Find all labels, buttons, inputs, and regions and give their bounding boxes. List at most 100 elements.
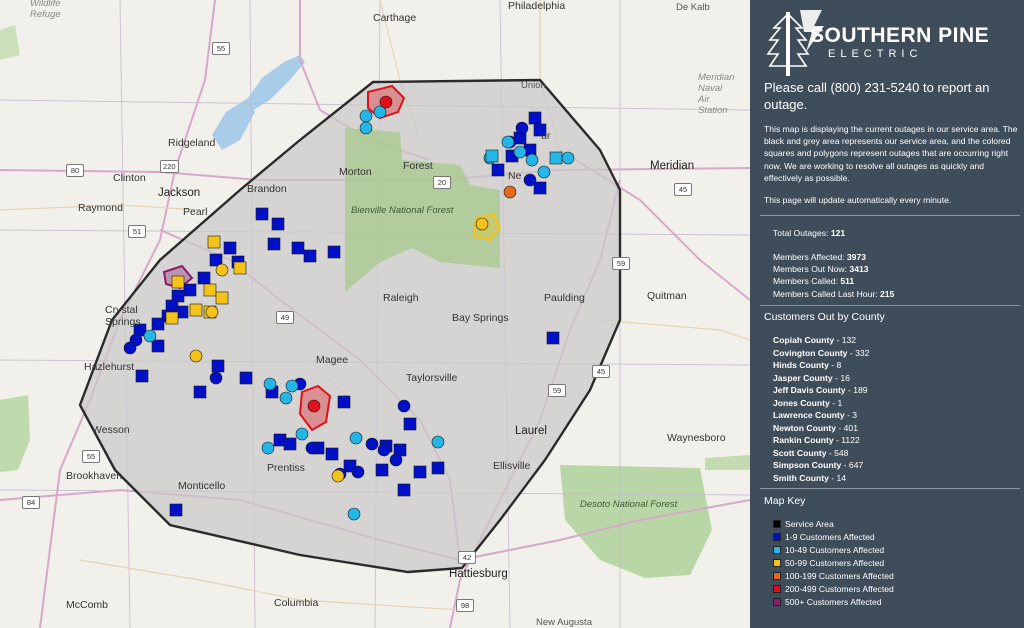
outage-marker-circle[interactable] [123,341,137,355]
outage-marker-circle[interactable] [261,441,275,455]
label-new-augusta: New Augusta [536,617,592,628]
outage-map[interactable]: Wildlife Refuge Carthage Philadelphia De… [0,0,750,628]
outage-marker-square[interactable] [189,303,203,317]
info-panel: SOUTHERN PINE ELECTRIC Please call (800)… [750,0,1024,628]
outage-marker-circle[interactable] [307,399,321,413]
outage-marker-square[interactable] [291,241,305,255]
outage-marker-square[interactable] [267,237,281,251]
map-key-item: Service Area [773,519,834,529]
highway-shield: 59 [612,257,630,270]
outage-marker-square[interactable] [135,369,149,383]
outage-marker-square[interactable] [413,465,427,479]
county-name: Jones County [773,397,830,408]
county-row: Scott County - 548 [773,448,848,458]
outage-marker-square[interactable] [337,395,351,409]
label-forest: Forest [403,160,433,172]
outage-marker-square[interactable] [528,111,542,125]
key-swatch [773,559,781,567]
map-key-item: 200-499 Customers Affected [773,584,894,594]
outage-marker-square[interactable] [233,261,247,275]
outage-marker-circle[interactable] [209,371,223,385]
label-ellisville: Ellisville [493,460,531,472]
outage-marker-square[interactable] [239,371,253,385]
outage-marker-circle[interactable] [431,435,445,449]
outage-marker-square[interactable] [546,331,560,345]
outage-marker-circle[interactable] [389,453,403,467]
outage-marker-circle[interactable] [143,329,157,343]
outage-marker-circle[interactable] [359,109,373,123]
label-raleigh: Raleigh [383,292,419,304]
outage-marker-circle[interactable] [263,377,277,391]
outage-marker-circle[interactable] [189,349,203,363]
outage-marker-circle[interactable] [523,173,537,187]
outage-marker-circle[interactable] [347,507,361,521]
outage-marker-square[interactable] [485,149,499,163]
outage-marker-square[interactable] [549,151,563,165]
outage-marker-square[interactable] [431,461,445,475]
outage-marker-square[interactable] [151,339,165,353]
outage-marker-square[interactable] [491,163,505,177]
outage-marker-circle[interactable] [515,121,529,135]
outage-marker-square[interactable] [255,207,269,221]
outage-marker-square[interactable] [193,385,207,399]
outage-marker-square[interactable] [183,283,197,297]
outage-marker-square[interactable] [215,291,229,305]
outage-marker-square[interactable] [303,249,317,263]
outage-marker-square[interactable] [203,283,217,297]
label-taylorsville: Taylorsville [406,372,458,384]
outage-marker-square[interactable] [223,241,237,255]
outage-marker-square[interactable] [169,503,183,517]
outage-marker-circle[interactable] [561,151,575,165]
outage-marker-circle[interactable] [537,165,551,179]
outage-marker-circle[interactable] [295,427,309,441]
county-value: - 1122 [836,435,860,445]
map-key-item: 100-199 Customers Affected [773,571,894,581]
county-name: Simpson County [773,460,842,470]
outage-marker-circle[interactable] [365,437,379,451]
outage-marker-circle[interactable] [305,441,319,455]
outage-marker-circle[interactable] [397,399,411,413]
outage-marker-square[interactable] [211,359,225,373]
key-label: 10-49 Customers Affected [785,545,885,555]
county-row: Jeff Davis County - 189 [773,385,868,395]
county-name: Covington County [773,347,848,358]
outage-marker-circle[interactable] [359,121,373,135]
outage-marker-circle[interactable] [379,95,393,109]
outage-marker-square[interactable] [165,311,179,325]
outage-marker-square[interactable] [283,437,297,451]
outage-marker-circle[interactable] [205,305,219,319]
outage-marker-square[interactable] [403,417,417,431]
outage-marker-square[interactable] [271,217,285,231]
label-columbia: Columbia [274,597,319,609]
outage-marker-circle[interactable] [349,431,363,445]
county-row: Lawrence County - 3 [773,410,857,420]
outage-marker-square[interactable] [171,275,185,289]
outage-marker-square[interactable] [207,235,221,249]
outage-marker-circle[interactable] [503,185,517,199]
highway-shield: 80 [66,164,84,177]
key-label: 500+ Customers Affected [785,597,882,607]
label-philadelphia: Philadelphia [508,0,566,12]
outage-marker-square[interactable] [197,271,211,285]
label-clinton: Clinton [113,172,146,184]
label-jackson: Jackson [158,187,201,199]
outage-marker-circle[interactable] [215,263,229,277]
outage-marker-square[interactable] [397,483,411,497]
outage-marker-square[interactable] [327,245,341,259]
outage-marker-circle[interactable] [331,469,345,483]
map-key-item: 500+ Customers Affected [773,597,882,607]
outage-marker-square[interactable] [375,463,389,477]
outage-marker-circle[interactable] [513,145,527,159]
outage-marker-circle[interactable] [501,135,515,149]
outage-marker-circle[interactable] [285,379,299,393]
outage-marker-square[interactable] [151,317,165,331]
outage-marker-circle[interactable] [525,153,539,167]
outage-marker-circle[interactable] [279,391,293,405]
outage-marker-square[interactable] [325,447,339,461]
outage-marker-square[interactable] [533,181,547,195]
outage-marker-circle[interactable] [377,443,391,457]
outage-marker-circle[interactable] [351,465,365,479]
key-label: Service Area [785,519,834,529]
outage-marker-circle[interactable] [475,217,489,231]
highway-shield: 84 [22,496,40,509]
